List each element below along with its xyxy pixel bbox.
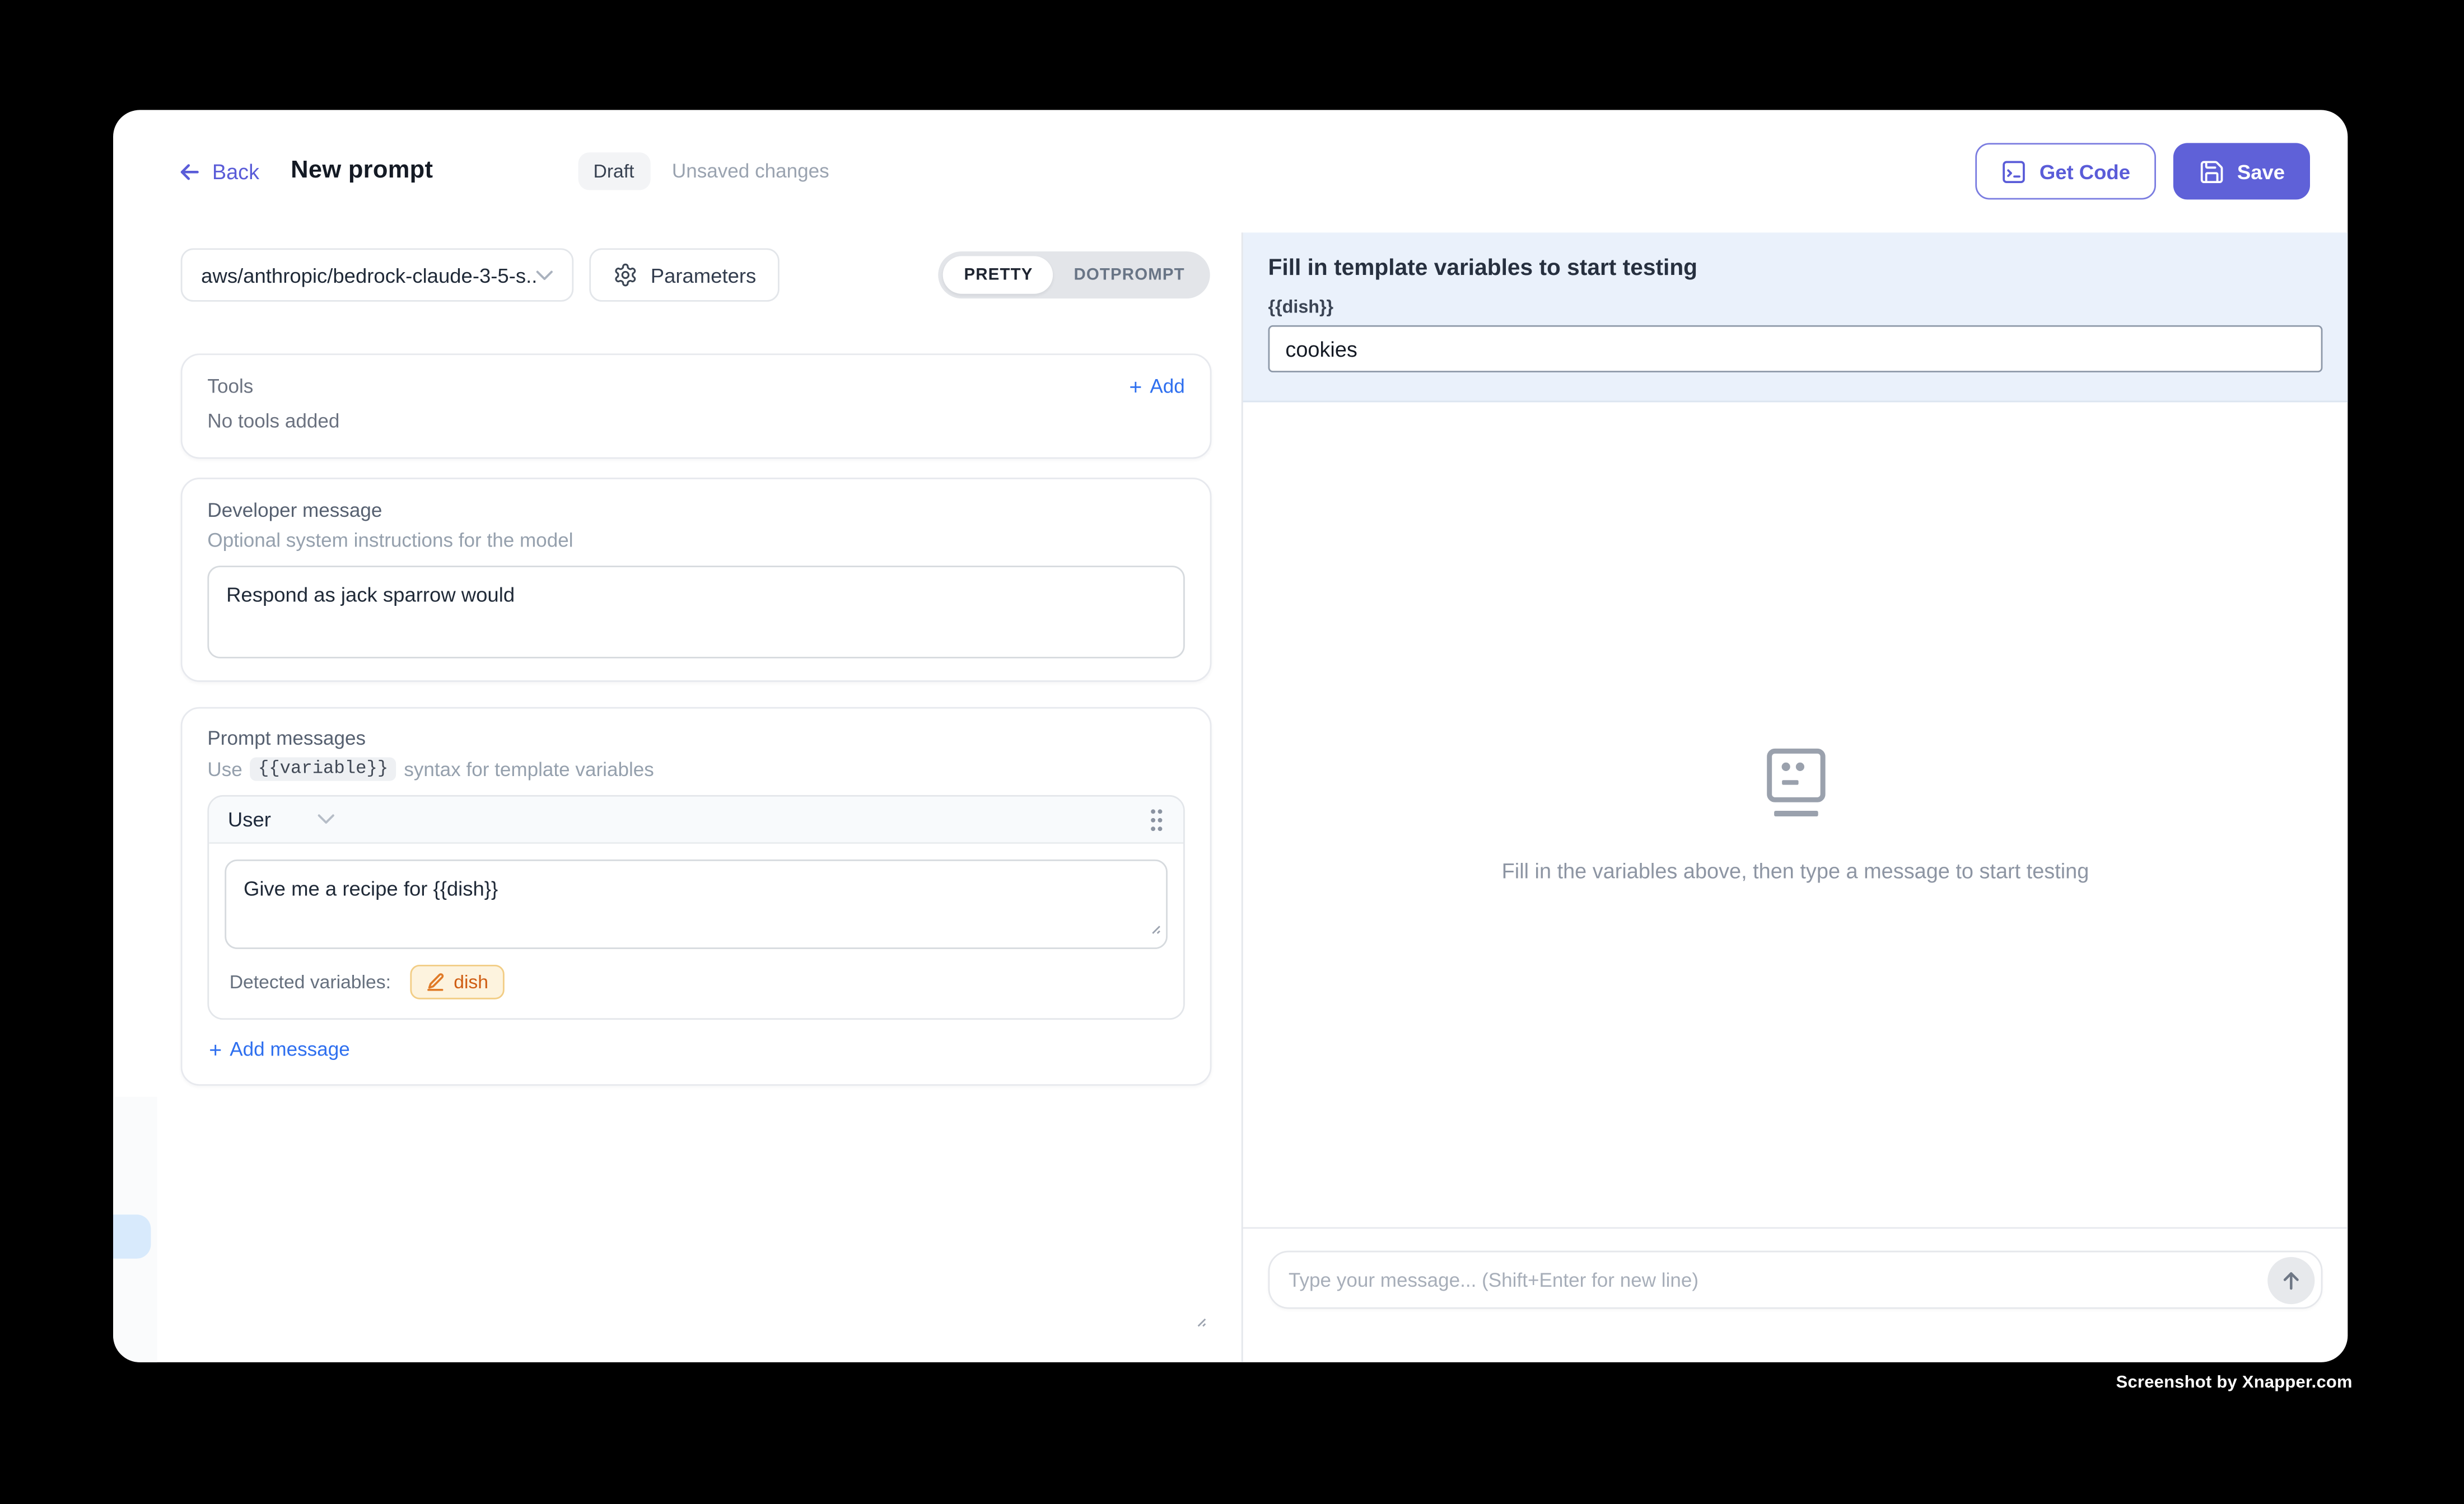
screenshot-stage: Back New prompt Draft Unsaved changes Ge…: [0, 0, 2464, 1504]
toggle-pretty[interactable]: PRETTY: [944, 256, 1053, 293]
message-header: User: [209, 797, 1183, 844]
test-pane: Fill in template variables to start test…: [1243, 232, 2348, 1362]
add-tool-button[interactable]: + Add: [1129, 376, 1184, 398]
developer-message-title: Developer message: [207, 499, 1184, 521]
arrow-left-icon: [178, 160, 201, 183]
back-label: Back: [212, 160, 259, 183]
message-input[interactable]: Give me a recipe for {{dish}}: [225, 860, 1168, 949]
prompt-editor-pane: aws/anthropic/bedrock-claude-3-5-s... Pa…: [113, 232, 1243, 1362]
page-title: New prompt: [291, 157, 433, 186]
left-edge-highlight: [113, 1215, 151, 1259]
header-actions: Get Code Save: [1975, 143, 2310, 199]
unsaved-changes-text: Unsaved changes: [672, 160, 829, 182]
dish-variable-label: {{dish}}: [1268, 298, 2323, 317]
plus-icon: +: [1129, 376, 1142, 398]
model-selector[interactable]: aws/anthropic/bedrock-claude-3-5-s...: [181, 248, 574, 301]
dish-variable-input[interactable]: [1268, 325, 2323, 372]
back-button[interactable]: Back: [178, 160, 259, 183]
terminal-square-icon: [2000, 158, 2027, 185]
app-header: Back New prompt Draft Unsaved changes Ge…: [113, 110, 2348, 232]
test-panel-title: Fill in template variables to start test…: [1268, 256, 2323, 281]
syntax-prefix: Use: [207, 758, 242, 780]
add-message-row: + Add message: [209, 1039, 1185, 1061]
app-window: Back New prompt Draft Unsaved changes Ge…: [113, 110, 2348, 1362]
chat-input-container: [1268, 1251, 2323, 1309]
toggle-dotprompt[interactable]: DOTPROMPT: [1053, 256, 1205, 293]
variable-badge-label: dish: [454, 971, 488, 993]
watermark-text: Screenshot by Xnapper.com: [2116, 1374, 2353, 1393]
parameters-button[interactable]: Parameters: [589, 248, 780, 301]
developer-message-subtitle: Optional system instructions for the mod…: [207, 530, 1184, 552]
developer-message-input[interactable]: Respond as jack sparrow would: [207, 566, 1184, 658]
template-variables-section: Fill in template variables to start test…: [1243, 232, 2348, 402]
chat-empty-state: Fill in the variables above, then type a…: [1243, 402, 2348, 1227]
prompt-messages-title: Prompt messages: [207, 727, 1184, 749]
role-select-value: User: [228, 807, 271, 831]
tools-empty-text: No tools added: [207, 410, 1184, 432]
syntax-hint: Use {{variable}} syntax for template var…: [207, 758, 1184, 781]
drag-handle-icon[interactable]: [1149, 807, 1164, 832]
variable-badge-dish[interactable]: dish: [410, 965, 504, 999]
main-split: aws/anthropic/bedrock-claude-3-5-s... Pa…: [113, 232, 2348, 1362]
message-body: Give me a recipe for {{dish}} Detected v…: [209, 844, 1183, 1018]
message-block: User Give me a recipe for {{dish}}: [207, 795, 1184, 1020]
chevron-down-icon: [318, 814, 335, 825]
chat-message-input[interactable]: [1289, 1269, 2267, 1291]
add-tool-label: Add: [1150, 376, 1184, 398]
variable-syntax-chip: {{variable}}: [250, 758, 396, 781]
get-code-button[interactable]: Get Code: [1975, 143, 2155, 199]
save-label: Save: [2237, 160, 2285, 183]
resize-grip-icon[interactable]: [1149, 915, 1161, 942]
model-row: aws/anthropic/bedrock-claude-3-5-s... Pa…: [181, 248, 1210, 301]
add-message-label: Add message: [230, 1039, 349, 1061]
prompt-messages-card: Prompt messages Use {{variable}} syntax …: [181, 707, 1212, 1086]
get-code-label: Get Code: [2040, 160, 2130, 183]
bot-face-icon: [1766, 747, 1826, 819]
detected-variables-label: Detected variables:: [230, 971, 391, 993]
parameters-label: Parameters: [651, 263, 757, 287]
status-badge: Draft: [577, 152, 650, 190]
empty-state-text: Fill in the variables above, then type a…: [1502, 859, 2089, 882]
role-select[interactable]: User: [228, 807, 335, 831]
plus-icon: +: [209, 1039, 222, 1061]
save-button[interactable]: Save: [2173, 143, 2310, 199]
save-icon: [2198, 158, 2225, 185]
tools-card: Tools + Add No tools added: [181, 353, 1212, 459]
chevron-down-icon: [536, 269, 553, 281]
send-button[interactable]: [2267, 1256, 2314, 1303]
view-mode-toggle: PRETTY DOTPROMPT: [939, 251, 1210, 298]
syntax-suffix: syntax for template variables: [404, 758, 654, 780]
model-selector-value: aws/anthropic/bedrock-claude-3-5-s...: [201, 263, 536, 287]
chat-input-row: [1243, 1227, 2348, 1362]
add-message-button[interactable]: + Add message: [209, 1039, 1185, 1061]
arrow-up-icon: [2280, 1269, 2302, 1291]
developer-message-card: Developer message Optional system instru…: [181, 478, 1212, 682]
resize-grip-icon[interactable]: [1194, 1307, 1207, 1336]
tools-title: Tools: [207, 376, 253, 398]
gear-icon: [613, 263, 638, 288]
pencil-icon: [426, 973, 445, 992]
detected-variables-row: Detected variables: dish: [225, 965, 1168, 999]
